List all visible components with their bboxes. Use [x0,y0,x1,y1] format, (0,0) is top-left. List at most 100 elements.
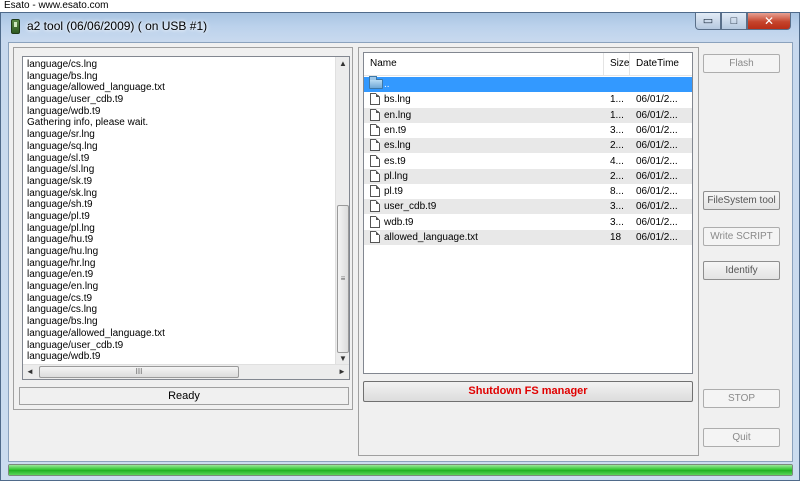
maximize-icon: □ [730,14,738,27]
minimize-button[interactable]: ▭ [695,13,721,30]
file-datetime: 06/01/2... [636,124,678,136]
file-name: user_cdb.t9 [384,201,437,213]
log-line: language/cs.t9 [27,292,93,304]
app-icon [11,19,20,34]
log-line: language/wdb.t9 [27,351,101,363]
file-row[interactable]: pl.lng 2... 06/01/2... [364,168,692,184]
log-line: language/sl.lng [27,164,95,176]
file-row[interactable]: en.t9 3... 06/01/2... [364,123,692,138]
file-icon [370,139,380,152]
scroll-up-arrow-icon[interactable]: ▲ [336,57,349,71]
file-icon [370,169,380,182]
log-line: language/pl.lng [27,222,95,234]
file-row[interactable]: en.lng 1... 06/01/2... [364,107,692,123]
scroll-right-arrow-icon[interactable]: ► [335,365,349,379]
stop-button[interactable]: STOP [703,389,780,408]
file-name: en.lng [384,109,412,121]
log-line: language/bs.lng [27,316,98,328]
vertical-scrollbar[interactable]: ▲ ≡ ▼ [335,57,349,366]
log-line: language/sr.lng [27,129,95,141]
file-icon [370,215,380,228]
file-size: 1... [610,109,624,121]
log-line: language/sh.t9 [27,199,93,211]
file-name: .. [384,79,390,90]
file-name: wdb.t9 [384,216,414,228]
parent-folder-row[interactable]: .. [364,76,692,92]
log-line: language/cs.lng [27,304,98,316]
log-line: language/user_cdb.t9 [27,339,124,351]
progress-fill [9,465,792,475]
file-name: en.t9 [384,124,407,136]
write-script-button[interactable]: Write SCRIPT [703,227,780,246]
column-header-datetime[interactable]: DateTime [630,53,692,76]
scroll-left-arrow-icon[interactable]: ◄ [23,365,37,379]
horizontal-scroll-thumb[interactable]: III [39,366,239,378]
log-box[interactable]: language/cs.lng language/bs.lng language/a… [22,56,350,380]
log-line: language/bs.lng [27,70,98,82]
file-list[interactable]: Name Size DateTime .. bs.lng 1... 06/01/2..… [363,52,693,374]
log-line: language/allowed_language.txt [27,327,165,339]
log-line: language/hr.lng [27,257,96,269]
vertical-scroll-thumb[interactable]: ≡ [337,205,349,353]
file-icon [370,231,380,243]
app-window: a2 tool (06/06/2009) ( on USB #1) ▭ □ ✕ … [0,12,800,481]
file-size: 4... [610,155,624,167]
file-datetime: 06/01/2... [636,216,678,228]
file-datetime: 06/01/2... [636,201,678,213]
log-line: language/cs.lng [27,59,98,70]
file-name: pl.t9 [384,186,403,198]
file-icon [370,154,380,167]
file-row[interactable]: es.t9 4... 06/01/2... [364,154,692,169]
window-controls: ▭ □ ✕ [695,13,791,31]
flash-button[interactable]: Flash [703,54,780,73]
horizontal-scrollbar[interactable]: ◄ III ► [23,364,349,379]
log-line: language/sk.t9 [27,175,93,187]
file-name: allowed_language.txt [384,232,478,243]
window-title: a2 tool (06/06/2009) ( on USB #1) [27,19,208,33]
file-row[interactable]: pl.t9 8... 06/01/2... [364,184,692,199]
file-name: bs.lng [384,94,411,106]
column-header-size[interactable]: Size [604,53,630,76]
filesystem-tool-button[interactable]: FileSystem tool [703,191,780,210]
file-row[interactable]: wdb.t9 3... 06/01/2... [364,215,692,230]
file-size: 1... [610,94,624,106]
progress-bar [8,464,793,476]
file-icon [370,93,380,106]
file-size: 3... [610,216,624,228]
log-line: language/allowed_language.txt [27,82,165,94]
title-bar[interactable]: a2 tool (06/06/2009) ( on USB #1) ▭ □ ✕ [1,13,799,40]
file-row[interactable]: bs.lng 1... 06/01/2... [364,92,692,107]
file-datetime: 06/01/2... [636,170,678,182]
file-icon [370,185,380,198]
file-size: 3... [610,201,624,213]
file-manager-panel: Name Size DateTime .. bs.lng 1... 06/01/2..… [358,47,699,456]
maximize-button[interactable]: □ [721,13,747,30]
file-name: pl.lng [384,170,408,182]
close-icon: ✕ [763,14,775,28]
file-list-header: Name Size DateTime [364,53,692,76]
file-name: es.t9 [384,155,406,167]
file-size: 2... [610,170,624,182]
file-name: es.lng [384,140,411,152]
file-icon [370,123,380,136]
quit-button[interactable]: Quit [703,428,780,447]
file-icon [370,108,380,121]
file-datetime: 06/01/2... [636,186,678,198]
file-size: 2... [610,140,624,152]
log-line: language/hu.t9 [27,234,94,246]
minimize-icon: ▭ [702,14,714,27]
file-icon [370,200,380,213]
log-lines: language/cs.lng language/bs.lng language/a… [27,59,333,363]
file-row[interactable]: es.lng 2... 06/01/2... [364,138,692,154]
file-row[interactable]: allowed_language.txt 18 06/01/2... [364,230,692,245]
log-line: language/sk.lng [27,187,98,199]
column-header-name[interactable]: Name [364,53,604,76]
shutdown-fs-manager-button[interactable]: Shutdown FS manager [363,381,693,402]
file-row[interactable]: user_cdb.t9 3... 06/01/2... [364,199,692,215]
file-datetime: 06/01/2... [636,232,678,243]
log-panel: language/cs.lng language/bs.lng language/a… [13,47,353,410]
close-button[interactable]: ✕ [747,13,791,30]
file-size: 18 [610,232,622,243]
file-size: 3... [610,124,624,136]
identify-button[interactable]: Identify [703,261,780,280]
